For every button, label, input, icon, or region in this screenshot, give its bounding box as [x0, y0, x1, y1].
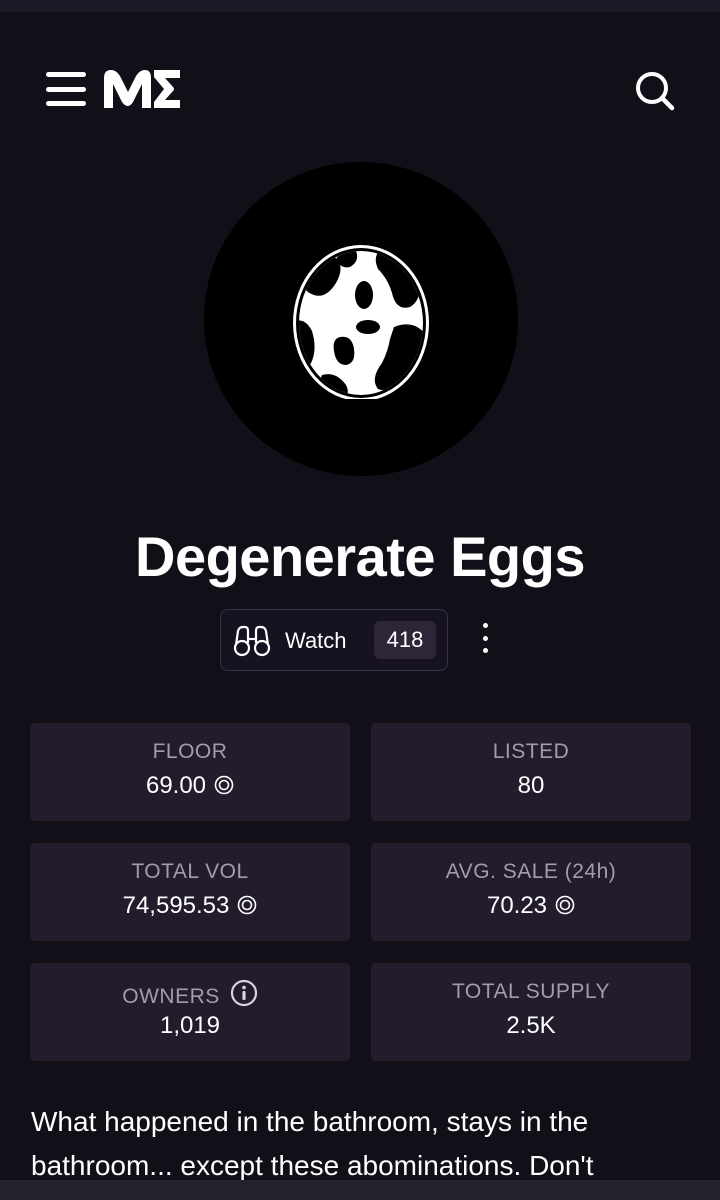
stat-owners-value: 1,019 [159, 1012, 221, 1039]
menu-icon[interactable] [46, 72, 86, 106]
stat-listed: LISTED 80 [371, 723, 691, 821]
stat-total-vol-value-row: 74,595.53 [30, 891, 350, 921]
stat-floor-label: FLOOR [152, 740, 228, 763]
stat-floor-value-row: 69.00 [30, 771, 350, 801]
stat-avg-sale-label: AVG. SALE (24h) [445, 860, 617, 883]
collection-description: What happened in the bathroom, stays in … [31, 1106, 594, 1181]
binoculars-icon [233, 625, 271, 657]
stat-listed-label: LISTED [492, 740, 570, 763]
stat-floor-value: 69.00 [145, 772, 207, 799]
collection-avatar [204, 162, 518, 476]
watch-button[interactable]: Watch 418 [220, 609, 448, 671]
watch-label: Watch [285, 628, 347, 653]
stat-avg-sale: AVG. SALE (24h) 70.23 [371, 843, 691, 941]
stat-total-supply-value: 2.5K [506, 1012, 556, 1039]
egg-image [293, 245, 429, 399]
stat-listed-value: 80 [517, 772, 545, 799]
sol-icon [555, 895, 575, 915]
collection-title: Degenerate Eggs [135, 525, 586, 588]
stat-avg-sale-value: 70.23 [486, 892, 548, 919]
stat-owners: OWNERS 1,019 [30, 963, 350, 1061]
bottom-bar-edge [0, 1180, 720, 1200]
stat-avg-sale-value-row: 70.23 [371, 891, 691, 921]
stat-total-supply: TOTAL SUPPLY 2.5K [371, 963, 691, 1061]
more-vertical-icon[interactable] [478, 623, 492, 653]
top-nav [0, 60, 720, 116]
stat-total-vol-value: 74,595.53 [122, 892, 230, 919]
stat-total-supply-label: TOTAL SUPPLY [451, 980, 611, 1003]
watch-count-badge: 418 [374, 621, 436, 659]
stat-total-vol-label: TOTAL VOL [131, 860, 249, 883]
stat-owners-label: OWNERS [122, 985, 220, 1008]
search-icon[interactable] [632, 68, 676, 112]
stat-floor: FLOOR 69.00 [30, 723, 350, 821]
stat-owners-label-row: OWNERS [30, 979, 350, 1010]
stat-total-vol: TOTAL VOL 74,595.53 [30, 843, 350, 941]
magic-eden-logo[interactable] [102, 64, 182, 114]
sol-icon [214, 775, 234, 795]
status-bar-edge [0, 0, 720, 12]
info-icon[interactable] [230, 979, 258, 1007]
sol-icon [238, 895, 257, 915]
